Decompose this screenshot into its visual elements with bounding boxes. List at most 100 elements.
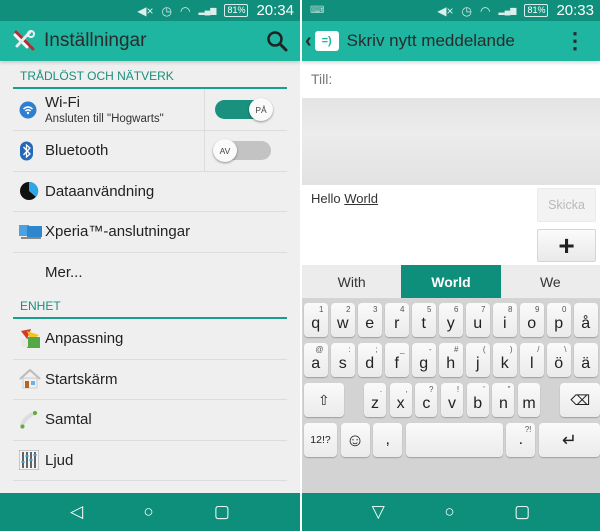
more-label: Mer... [45, 264, 83, 282]
key-label: t [421, 315, 426, 332]
setting-wifi[interactable]: Wi-Fi Ansluten till "Hogwarts" PÅ [13, 89, 287, 131]
key-s[interactable]: :s [331, 343, 355, 377]
send-button[interactable]: Skicka [537, 188, 596, 222]
messaging-app-icon[interactable]: =) [314, 31, 339, 51]
suggestion-with[interactable]: With [302, 265, 401, 298]
key-label: g [419, 355, 429, 372]
setting-more[interactable]: Mer... [13, 253, 287, 294]
key-alt-label: ' [483, 385, 485, 394]
key-alt-label: ? [428, 385, 434, 394]
home-icon[interactable]: ○ [143, 502, 153, 522]
enter-key[interactable]: ↵ [538, 423, 600, 457]
key-label: n [498, 395, 508, 412]
emoji-key[interactable]: ☺ [340, 423, 370, 457]
key-ä[interactable]: ä [574, 343, 598, 377]
attach-button[interactable]: + [537, 229, 596, 262]
key-g[interactable]: -g [412, 343, 436, 377]
wifi-toggle[interactable]: PÅ [215, 98, 273, 121]
key-p[interactable]: 0p [547, 303, 571, 337]
shift-key[interactable]: ⇧ [304, 383, 344, 417]
suggestion-we[interactable]: We [501, 265, 600, 298]
calls-label: Samtal [45, 411, 92, 429]
phone-icon [13, 410, 45, 430]
key-m[interactable]: m [517, 383, 541, 417]
back-icon[interactable]: ◁ [70, 502, 83, 522]
key-t[interactable]: 5t [412, 303, 436, 337]
key-f[interactable]: _ f [385, 343, 409, 377]
recipient-field[interactable]: Till: [302, 61, 600, 99]
key-d[interactable]: ; d [358, 343, 382, 377]
home-icon[interactable]: ○ [444, 502, 454, 522]
section-header-device: ENHET [13, 293, 287, 319]
alarm-icon: ◷ [161, 3, 172, 18]
key-v[interactable]: ! v [440, 383, 464, 417]
conversation-area [302, 99, 600, 185]
symbols-key[interactable]: 12!? [304, 423, 337, 457]
wifi-toggle-area: PÅ [204, 89, 287, 130]
key-alt-label: 0 [562, 305, 567, 314]
key-c[interactable]: ? c [415, 383, 438, 417]
key-label: u [473, 315, 483, 332]
period-key[interactable]: ?!. [506, 423, 536, 457]
key-u[interactable]: 7u [466, 303, 490, 337]
message-input[interactable]: Hello World [311, 191, 378, 206]
setting-data-usage[interactable]: Dataanvändning [13, 172, 287, 212]
home-screen-icon [13, 369, 45, 389]
key-alt-label: ) [509, 345, 513, 354]
wifi-toggle-knob: PÅ [249, 98, 273, 121]
recents-icon[interactable]: ▢ [214, 502, 230, 522]
setting-calls[interactable]: Samtal [13, 400, 287, 441]
key-l[interactable]: / l [520, 343, 544, 377]
setting-sound[interactable]: Ljud [13, 441, 287, 481]
key-o[interactable]: 9o [520, 303, 544, 337]
mute-icon: ◀× [437, 3, 454, 18]
sound-label: Ljud [45, 451, 74, 469]
bluetooth-toggle-area: AV [204, 131, 287, 171]
key-z[interactable]: .z [363, 383, 387, 417]
key-n[interactable]: " n [492, 383, 515, 417]
key-label: å [581, 315, 591, 332]
key-r[interactable]: 4r [385, 303, 409, 337]
section-header-wireless: TRÅDLÖST OCH NÄTVERK [13, 61, 287, 89]
setting-bluetooth[interactable]: Bluetooth AV [13, 131, 287, 172]
overflow-menu-icon[interactable]: ⋮ [564, 28, 586, 54]
key-h[interactable]: # h [439, 343, 463, 377]
key-q[interactable]: 1q [304, 303, 328, 337]
key-i[interactable]: 8i [493, 303, 517, 337]
key-label: a [311, 355, 321, 372]
message-composing-word: World [344, 191, 378, 206]
setting-home-screen[interactable]: Startskärm [13, 360, 287, 400]
keyboard-row-1: 1q2w3e4r5t6y7u8i9o0p å [304, 303, 600, 337]
key-y[interactable]: 6y [439, 303, 463, 337]
key-å[interactable]: å [574, 303, 598, 337]
key-label: r [394, 315, 400, 332]
key-ö[interactable]: \ ö [547, 343, 571, 377]
space-key[interactable] [405, 423, 503, 457]
page-title: Inställningar [44, 30, 147, 51]
setting-xperia-connections[interactable]: Xperia™-anslutningar [13, 212, 287, 253]
key-j[interactable]: (j [466, 343, 490, 377]
settings-screen: ◀× ◷ ◠ ▂▄▆ 81% 20:34 Inställningar TRÅDL… [0, 0, 300, 531]
key-label: b [473, 395, 483, 412]
backspace-key[interactable]: ⌫ [560, 383, 600, 417]
key-alt-label: _ [400, 345, 405, 354]
key-a[interactable]: @ a [304, 343, 328, 377]
keyboard-notification-icon: ⌨ [310, 5, 325, 16]
battery-indicator: 81% [224, 4, 249, 17]
key-e[interactable]: 3e [358, 303, 382, 337]
key-b[interactable]: ' b [466, 383, 489, 417]
key-label: ä [581, 355, 591, 372]
bluetooth-toggle[interactable]: AV [213, 139, 271, 163]
back-chevron-icon[interactable]: ‹ [305, 30, 312, 53]
wifi-label: Wi-Fi [45, 94, 80, 111]
hide-keyboard-icon[interactable]: ▽ [372, 502, 385, 522]
comma-key[interactable]: , [373, 423, 403, 457]
key-k[interactable]: ) k [493, 343, 517, 377]
key-w[interactable]: 2w [331, 303, 355, 337]
recents-icon[interactable]: ▢ [514, 502, 530, 522]
setting-personalization[interactable]: Anpassning [13, 319, 287, 360]
search-icon[interactable] [266, 30, 288, 52]
suggestion-world[interactable]: World [401, 265, 501, 298]
xperia-connections-label: Xperia™-anslutningar [45, 223, 191, 241]
key-x[interactable]: ,x [389, 383, 412, 417]
